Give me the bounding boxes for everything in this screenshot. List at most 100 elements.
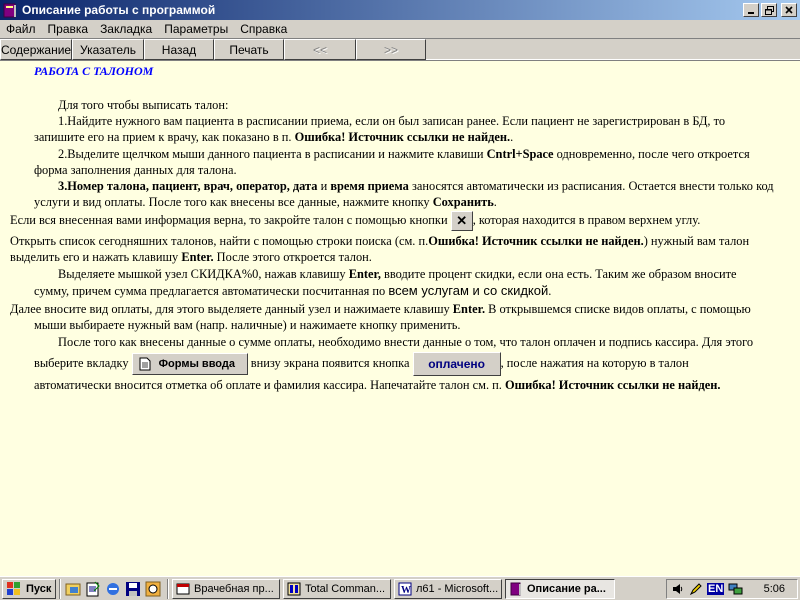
restore-icon <box>764 5 774 15</box>
step-1-line-1: 1.Найдите нужного вам пациента в расписа… <box>58 114 726 128</box>
window-title: Описание работы с программой <box>22 3 216 17</box>
close-text-a: Если вся внесенная вами информация верна… <box>10 213 451 227</box>
minimize-button[interactable] <box>743 3 759 17</box>
step-3-end: . <box>493 195 497 209</box>
paid-text-d: , после нажатия на которую в талон <box>500 356 689 370</box>
close-text-b: , которая находится в правом верхнем угл… <box>472 213 701 227</box>
step-2-text: 2.Выделите щелчком мыши данного пациента… <box>58 147 487 161</box>
taskbar-separator-2 <box>167 578 169 599</box>
paid-text-c: внизу экрана появится кнопка <box>247 356 413 370</box>
close-icon <box>785 6 793 14</box>
paid-button-image: оплачено <box>412 352 501 377</box>
task-button-help[interactable]: Описание ра... <box>505 578 615 599</box>
close-ticket-button-image: ✕ <box>450 211 473 232</box>
page-heading: РАБОТА С ТАЛОНОМ <box>34 64 154 78</box>
clock[interactable]: 5:06 <box>764 583 785 595</box>
open-list-text-c: выделить его и нажать клавишу <box>10 250 182 264</box>
close-ticket-line: Если вся внесенная вами информация верна… <box>10 210 701 232</box>
step-3-line-2: услуги и вид оплаты. После того как внес… <box>34 194 497 210</box>
browse-next-button[interactable]: >> <box>356 39 426 60</box>
print-button[interactable]: Печать <box>214 39 284 60</box>
task-label: Total Comman... <box>305 582 386 595</box>
title-bar: Описание работы с программой <box>0 0 800 20</box>
paid-broken-ref[interactable]: Ошибка! Источник ссылки не найден. <box>505 378 720 392</box>
step-1-line-2: запишите его на прием к врачу, как показ… <box>34 129 513 145</box>
pen-icon[interactable] <box>689 582 703 596</box>
app-icon <box>176 583 190 594</box>
taskbar: Пуск Врачебная пр... Total Comman... W л… <box>0 576 800 600</box>
discount-text-c: сумму, причем сумма предлагается автомат… <box>34 284 389 298</box>
close-button[interactable] <box>781 3 797 17</box>
internet-explorer-icon <box>107 582 119 595</box>
word-icon: W <box>398 582 412 596</box>
open-list-line-2: выделить его и нажать клавишу Enter. Пос… <box>10 249 372 265</box>
payment-line-1: Далее вносите вид оплаты, для этого выде… <box>10 301 751 317</box>
step-3-fields: 3.Номер талона, пациент, врач, оператор,… <box>58 179 318 193</box>
quicklaunch-clock-icon[interactable] <box>144 580 162 598</box>
open-list-line-1: Открыть список сегодняшних талонов, найт… <box>10 233 749 249</box>
open-list-text-d: После этого откроется талон. <box>213 250 372 264</box>
step-2-line-1: 2.Выделите щелчком мыши данного пациента… <box>58 146 750 162</box>
step-3-save: Сохранить <box>432 195 494 209</box>
menu-help[interactable]: Справка <box>234 22 293 36</box>
open-list-broken-ref[interactable]: Ошибка! Источник ссылки не найден. <box>428 234 643 248</box>
task-button-total-commander[interactable]: Total Comman... <box>283 578 391 599</box>
language-indicator[interactable]: EN <box>707 582 725 595</box>
menu-edit[interactable]: Правка <box>42 22 95 36</box>
task-button-word[interactable]: W л61 - Microsoft... <box>394 578 502 599</box>
intro-text: Для того чтобы выписать талон: <box>58 98 229 112</box>
paid-line-2: выберите вкладку Формы ввода внизу экран… <box>34 350 689 377</box>
menu-bookmark[interactable]: Закладка <box>94 22 158 36</box>
restore-button[interactable] <box>761 3 777 17</box>
quicklaunch-save-icon[interactable] <box>124 580 142 598</box>
step-3-text: услуги и вид оплаты. После того как внес… <box>34 195 433 209</box>
minimize-icon <box>748 12 754 14</box>
forms-tab-label: Формы ввода <box>158 358 235 371</box>
step-2-keys: Cntrl+Space <box>486 147 554 161</box>
help-content: РАБОТА С ТАЛОНОМ Для того чтобы выписать… <box>0 60 800 576</box>
step-1-broken-ref[interactable]: Ошибка! Источник ссылки не найден. <box>295 130 510 144</box>
discount-enter: Enter, <box>348 267 381 281</box>
step-2-text-b: одновременно, после чего откроется <box>553 147 750 161</box>
step-3-rest: заносятся автоматически из расписания. О… <box>408 179 774 193</box>
browse-prev-button[interactable]: << <box>284 39 356 60</box>
quicklaunch-explorer-icon[interactable] <box>64 580 82 598</box>
discount-text: Выделяете мышкой узел СКИДКА%0, нажав кл… <box>58 267 349 281</box>
help-toolbar: Содержание Указатель Назад Печать << >> <box>0 38 800 60</box>
discount-text-d: всем услугам и со скидкой <box>388 283 549 298</box>
task-label: Описание ра... <box>527 582 606 595</box>
open-list-text-b: ) нужный вам талон <box>643 234 750 248</box>
contents-button[interactable]: Содержание <box>0 39 72 60</box>
notepad-icon <box>86 581 100 596</box>
menu-file[interactable]: Файл <box>0 22 42 36</box>
step-3-time: время приема <box>330 179 409 193</box>
paid-line-3: автоматически вносится отметка об оплате… <box>34 377 720 393</box>
quicklaunch-notepad-icon[interactable] <box>84 580 102 598</box>
discount-end: . <box>548 284 552 298</box>
quicklaunch-ie-icon[interactable] <box>104 580 122 598</box>
system-tray: EN 5:06 <box>666 578 798 599</box>
payment-text: Далее вносите вид оплаты, для этого выде… <box>10 302 453 316</box>
clock-icon <box>145 581 161 596</box>
menu-options[interactable]: Параметры <box>158 22 234 36</box>
payment-text-b: В открывшемся списке видов оплаты, с пом… <box>485 302 751 316</box>
open-list-enter: Enter. <box>181 250 214 264</box>
network-icon[interactable] <box>728 582 744 596</box>
help-book-icon <box>510 582 521 595</box>
volume-icon[interactable] <box>671 582 685 596</box>
help-book-icon <box>3 3 16 18</box>
start-button[interactable]: Пуск <box>2 578 56 599</box>
paid-text-b: выберите вкладку <box>34 356 132 370</box>
task-label: л61 - Microsoft... <box>416 582 499 595</box>
open-list-text: Открыть список сегодняшних талонов, найт… <box>10 234 429 248</box>
step-1-end: . <box>510 130 514 144</box>
explorer-icon <box>65 583 81 595</box>
step-3-line-1: 3.Номер талона, пациент, врач, оператор,… <box>58 178 774 194</box>
task-button-doctor[interactable]: Врачебная пр... <box>172 578 280 599</box>
index-button[interactable]: Указатель <box>72 39 144 60</box>
menu-bar: Файл Правка Закладка Параметры Справка <box>0 20 800 38</box>
discount-line-1: Выделяете мышкой узел СКИДКА%0, нажав кл… <box>58 266 737 282</box>
back-button[interactable]: Назад <box>144 39 214 60</box>
paid-line-1: После того как внесены данные о сумме оп… <box>58 335 754 349</box>
